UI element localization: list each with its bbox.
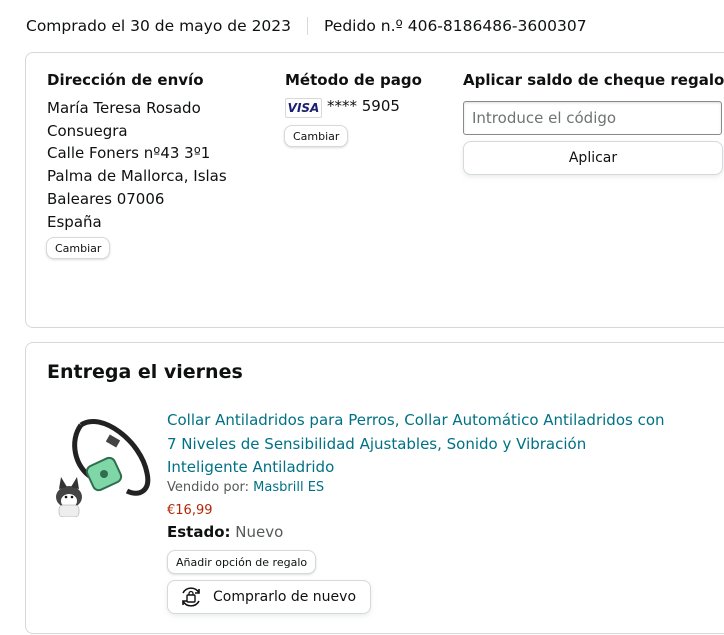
- product-image[interactable]: [51, 411, 155, 517]
- order-summary-bar: Comprado el 30 de mayo de 2023 Pedido n.…: [26, 0, 724, 52]
- visa-card-icon: VISA: [285, 98, 322, 118]
- seller-prefix: Vendido por:: [167, 480, 250, 495]
- dog-ear-left: [59, 477, 67, 489]
- divider: [307, 17, 309, 35]
- product-price: €16,99: [167, 503, 213, 518]
- payment-method-title: Método de pago: [285, 71, 422, 89]
- dog-ear-right: [71, 477, 79, 489]
- card-number-masked: **** 5905: [327, 97, 400, 115]
- seller-link[interactable]: Masbrill ES: [253, 480, 324, 495]
- order-number: Pedido n.º 406-8186486-3600307: [324, 17, 587, 35]
- dog-eye: [70, 495, 74, 499]
- address-line: Consuegra: [47, 121, 128, 140]
- condition-label: Estado:: [167, 523, 231, 541]
- add-gift-option-button[interactable]: Añadir opción de regalo: [167, 550, 317, 574]
- address-line: Calle Foners nº43 3º1: [47, 144, 211, 163]
- device-button: [100, 470, 108, 478]
- buy-again-button[interactable]: Comprarlo de nuevo: [167, 580, 372, 614]
- order-date: Comprado el 30 de mayo de 2023: [26, 17, 292, 35]
- delivery-title: Entrega el viernes: [47, 361, 243, 383]
- gift-card-title: Aplicar saldo de cheque regalo: [463, 71, 724, 89]
- seller-info: Vendido por: Masbrill ES: [167, 480, 324, 495]
- dog-body: [58, 504, 80, 517]
- change-address-button[interactable]: Cambiar: [46, 237, 111, 259]
- buy-again-icon: [178, 584, 204, 610]
- delivery-card: Entrega el viernes Collar Antiladridos p…: [25, 342, 724, 634]
- address-line: Palma de Mallorca, Islas: [47, 167, 227, 186]
- condition-value: Nuevo: [235, 523, 284, 541]
- change-payment-button[interactable]: Cambiar: [284, 125, 349, 147]
- address-line: Baleares 07006: [47, 189, 165, 208]
- apply-gift-button[interactable]: Aplicar: [463, 141, 723, 175]
- buy-again-label: Comprarlo de nuevo: [213, 589, 357, 605]
- dog-eye: [64, 495, 68, 499]
- product-title-link[interactable]: Collar Antiladridos para Perros, Collar …: [167, 409, 667, 480]
- shipping-address-title: Dirección de envío: [47, 71, 204, 89]
- address-line: María Teresa Rosado: [47, 99, 201, 117]
- order-details-card: Dirección de envío María Teresa Rosado C…: [25, 52, 724, 328]
- address-line: España: [47, 212, 102, 231]
- collar-buckle: [105, 434, 121, 448]
- product-condition: Estado: Nuevo: [167, 523, 283, 541]
- shipping-address: María Teresa Rosado Consuegra Calle Fone…: [47, 97, 227, 233]
- gift-code-input[interactable]: [463, 101, 722, 135]
